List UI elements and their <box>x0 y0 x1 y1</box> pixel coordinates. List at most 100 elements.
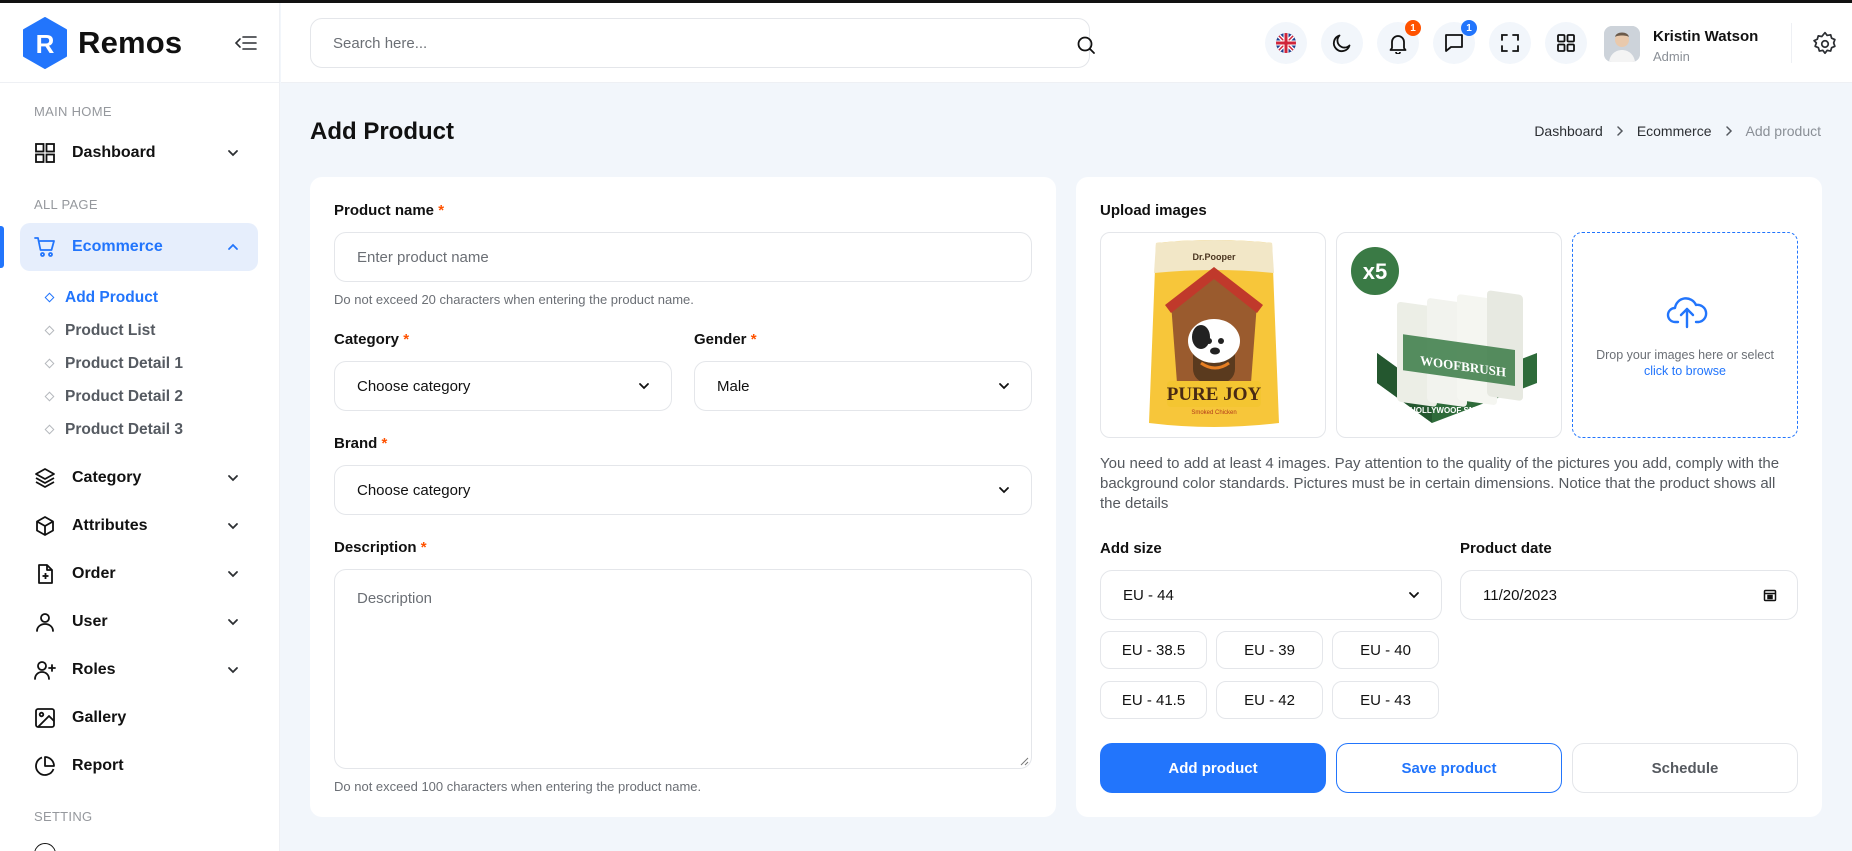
sidebar-item-report[interactable]: Report <box>0 742 279 790</box>
bell-icon <box>1389 35 1407 54</box>
uploaded-image-1[interactable]: Dr.Pooper PURE JOY Smoked Chicken <box>1100 232 1326 438</box>
message-count-badge: 1 <box>1461 20 1477 36</box>
schedule-button[interactable]: Schedule <box>1572 743 1798 793</box>
description-placeholder: Description <box>357 590 433 607</box>
submenu-item-product-detail-2[interactable]: Product Detail 2 <box>0 380 279 413</box>
sidebar-item-label: User <box>72 613 108 630</box>
chevron-down-icon <box>999 383 1009 390</box>
breadcrumb-item[interactable]: Dashboard <box>1534 123 1603 139</box>
user-name[interactable]: Kristin Watson <box>1653 28 1758 45</box>
sidebar: R Remos MAIN HOME Dashboard ALL PAGE Eco… <box>0 3 280 851</box>
sidebar-collapse-icon[interactable] <box>234 33 258 53</box>
section-label-all-page: ALL PAGE <box>34 197 98 212</box>
chevron-down-icon <box>228 571 238 578</box>
chevron-down-icon <box>228 150 238 157</box>
pie-chart-icon <box>34 755 56 777</box>
submenu-item-product-detail-3[interactable]: Product Detail 3 <box>0 413 279 446</box>
sidebar-item-user[interactable]: User <box>0 598 279 646</box>
size-option[interactable]: EU - 38.5 <box>1100 631 1207 669</box>
submenu-item-product-list[interactable]: Product List <box>0 314 279 347</box>
moon-icon <box>1332 34 1351 53</box>
upload-images-label: Upload images <box>1100 202 1207 219</box>
size-option[interactable]: EU - 40 <box>1332 631 1439 669</box>
language-button[interactable] <box>1265 22 1307 64</box>
add-product-button[interactable]: Add product <box>1100 743 1326 793</box>
category-label: Category * <box>334 331 410 348</box>
brand-select[interactable]: Choose category <box>334 465 1032 515</box>
box-icon <box>34 515 56 537</box>
save-product-button[interactable]: Save product <box>1336 743 1562 793</box>
messages-button[interactable]: 1 <box>1433 20 1477 64</box>
sidebar-item-label: Dashboard <box>72 144 156 161</box>
dark-mode-button[interactable] <box>1321 22 1363 64</box>
sidebar-item-attributes[interactable]: Attributes <box>0 502 279 550</box>
search-input[interactable] <box>311 19 1011 67</box>
top-header: 1 1 Kristin Watson Admin <box>281 3 1852 83</box>
submenu-item-product-detail-1[interactable]: Product Detail 1 <box>0 347 279 380</box>
diamond-icon <box>44 292 55 303</box>
uploaded-image-2[interactable]: WOOFBRUSH HOLLYWOOF SMILE x5 <box>1336 232 1562 438</box>
breadcrumb: Dashboard Ecommerce Add product <box>1534 123 1821 139</box>
calendar-icon[interactable] <box>1763 588 1777 602</box>
product-date-label: Product date <box>1460 540 1552 557</box>
chevron-up-icon <box>228 243 238 250</box>
apps-button[interactable] <box>1545 22 1587 64</box>
sidebar-item-gallery[interactable]: Gallery <box>0 694 279 742</box>
description-textarea[interactable]: Description <box>334 569 1032 769</box>
breadcrumb-item[interactable]: Ecommerce <box>1637 123 1712 139</box>
brand-select-value: Choose category <box>357 481 471 499</box>
message-icon <box>1445 34 1463 52</box>
window-top-border <box>0 0 1852 3</box>
resize-handle-icon[interactable] <box>1019 756 1029 766</box>
diamond-icon <box>44 391 55 402</box>
product-name-input[interactable]: Enter product name <box>334 232 1032 282</box>
dropzone-text: Drop your images here or select click to… <box>1596 348 1774 378</box>
product-date-input[interactable]: 11/20/2023 <box>1460 570 1798 620</box>
size-option[interactable]: EU - 39 <box>1216 631 1323 669</box>
page-title: Add Product <box>310 118 454 145</box>
submenu-item-add-product[interactable]: Add Product <box>0 281 279 314</box>
svg-text:PURE JOY: PURE JOY <box>1167 384 1262 405</box>
sidebar-item-order[interactable]: Order <box>0 550 279 598</box>
logo-icon: R <box>22 16 68 69</box>
search-icon[interactable] <box>1076 35 1096 55</box>
user-role: Admin <box>1653 49 1690 64</box>
chevron-right-icon <box>1617 126 1623 136</box>
gear-icon[interactable] <box>1812 31 1838 57</box>
gender-select[interactable]: Male <box>694 361 1032 411</box>
size-option[interactable]: EU - 43 <box>1332 681 1439 719</box>
chevron-down-icon <box>228 523 238 530</box>
layers-icon <box>34 467 56 489</box>
product-info-card: Product name * Enter product name Do not… <box>310 177 1056 817</box>
svg-text:Dr.Pooper: Dr.Pooper <box>1192 252 1236 262</box>
browse-link[interactable]: click to browse <box>1644 364 1726 378</box>
cart-icon <box>34 236 56 258</box>
diamond-icon <box>44 424 55 435</box>
sidebar-item-label: Roles <box>72 661 116 678</box>
sidebar-item-label: Ecommerce <box>72 238 163 255</box>
size-select[interactable]: EU - 44 <box>1100 570 1442 620</box>
gender-select-value: Male <box>717 377 750 395</box>
media-card: Upload images Dr.Pooper PURE JOY Smoked … <box>1076 177 1822 817</box>
cloud-upload-icon <box>1666 297 1708 329</box>
sidebar-item-category[interactable]: Category <box>0 454 279 502</box>
diamond-icon <box>44 358 55 369</box>
image-dropzone[interactable]: Drop your images here or select click to… <box>1572 232 1798 438</box>
product-date-value: 11/20/2023 <box>1483 586 1557 604</box>
size-option[interactable]: EU - 42 <box>1216 681 1323 719</box>
grid-icon <box>1557 34 1575 52</box>
fullscreen-button[interactable] <box>1489 22 1531 64</box>
sidebar-item-dashboard[interactable]: Dashboard <box>0 129 279 177</box>
settings-icon <box>34 843 56 851</box>
gender-label: Gender * <box>694 331 757 348</box>
sidebar-item-ecommerce[interactable]: Ecommerce <box>20 223 258 271</box>
description-hint: Do not exceed 100 characters when enteri… <box>334 779 702 794</box>
size-option[interactable]: EU - 41.5 <box>1100 681 1207 719</box>
sidebar-item-roles[interactable]: Roles <box>0 646 279 694</box>
search-bar <box>310 18 1095 68</box>
category-select[interactable]: Choose category <box>334 361 672 411</box>
sidebar-item-label: Report <box>72 757 124 774</box>
chevron-down-icon <box>1409 592 1419 599</box>
notifications-button[interactable]: 1 <box>1377 20 1421 64</box>
avatar[interactable] <box>1604 26 1640 62</box>
